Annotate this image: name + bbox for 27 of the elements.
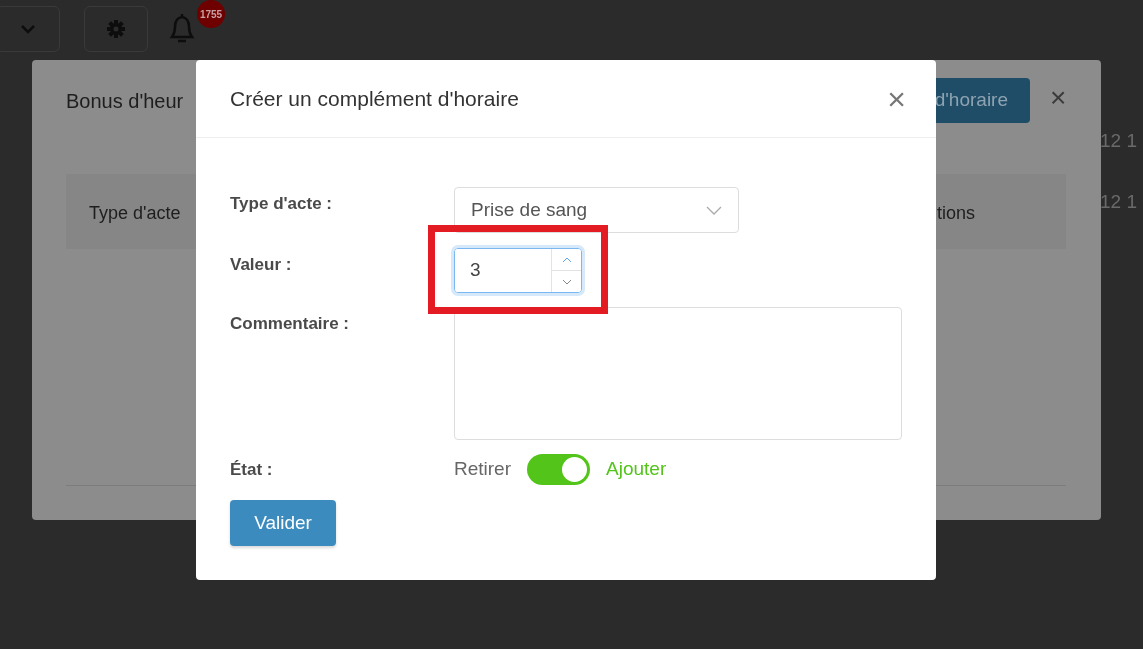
side-text: 12 1 xyxy=(1100,190,1137,214)
field-label: Commentaire : xyxy=(230,313,351,335)
settings-icon xyxy=(106,19,126,39)
chevron-up-icon xyxy=(561,256,572,263)
number-field[interactable]: 3 xyxy=(454,248,582,293)
notification-count: 1755 xyxy=(197,0,225,28)
dialog-title: Créer un complément d'horaire xyxy=(230,85,519,112)
field-label: Valeur : xyxy=(230,253,293,276)
side-text: 12 1 xyxy=(1100,129,1137,153)
dialog-title: Bonus d'heur xyxy=(66,89,184,114)
close-button[interactable]: × xyxy=(1050,84,1067,112)
dropdown-button[interactable] xyxy=(0,6,60,52)
field-label: État : xyxy=(230,458,274,481)
chevron-down-icon xyxy=(706,205,722,215)
type-select[interactable]: Prise de sang xyxy=(454,187,739,233)
state-toggle[interactable] xyxy=(527,454,590,485)
column-header: tions xyxy=(937,202,976,225)
submit-button[interactable]: Valider xyxy=(230,500,336,546)
column-header: Type d'acte xyxy=(89,202,181,225)
toggle-label: Retirer xyxy=(454,457,511,482)
decrement-button[interactable] xyxy=(552,270,581,292)
field-label: Type d'acte : xyxy=(230,193,333,216)
chevron-down-icon xyxy=(20,24,36,34)
close-button[interactable]: × xyxy=(887,82,906,115)
toggle-label: Ajouter xyxy=(606,457,667,482)
settings-button[interactable] xyxy=(84,6,148,52)
chevron-down-icon xyxy=(561,278,572,285)
